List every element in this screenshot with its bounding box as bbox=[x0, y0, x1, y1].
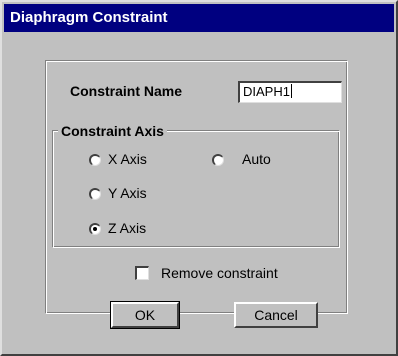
radio-auto[interactable] bbox=[212, 154, 224, 166]
radio-selected-dot bbox=[93, 227, 97, 231]
title-bar: Diaphragm Constraint bbox=[4, 4, 394, 32]
constraint-axis-legend: Constraint Axis bbox=[58, 123, 167, 139]
radio-z-axis[interactable] bbox=[89, 223, 101, 235]
radio-y-axis[interactable] bbox=[89, 188, 101, 200]
window-title: Diaphragm Constraint bbox=[10, 9, 168, 26]
radio-y-axis-label[interactable]: Y Axis bbox=[108, 185, 147, 201]
constraint-name-value: DIAPH1 bbox=[243, 84, 290, 99]
radio-auto-label[interactable]: Auto bbox=[242, 151, 271, 167]
constraint-name-input[interactable]: DIAPH1 bbox=[238, 81, 342, 103]
remove-constraint-label[interactable]: Remove constraint bbox=[161, 265, 278, 281]
ok-button[interactable]: OK bbox=[110, 301, 180, 329]
radio-z-axis-label[interactable]: Z Axis bbox=[108, 220, 146, 236]
radio-x-axis-label[interactable]: X Axis bbox=[108, 151, 147, 167]
diaphragm-constraint-dialog: Diaphragm Constraint Constraint Name DIA… bbox=[0, 0, 398, 356]
constraint-name-label: Constraint Name bbox=[70, 83, 183, 99]
text-caret bbox=[290, 84, 292, 98]
cancel-button[interactable]: Cancel bbox=[234, 302, 318, 328]
remove-constraint-checkbox[interactable] bbox=[135, 266, 149, 280]
radio-x-axis[interactable] bbox=[89, 154, 101, 166]
